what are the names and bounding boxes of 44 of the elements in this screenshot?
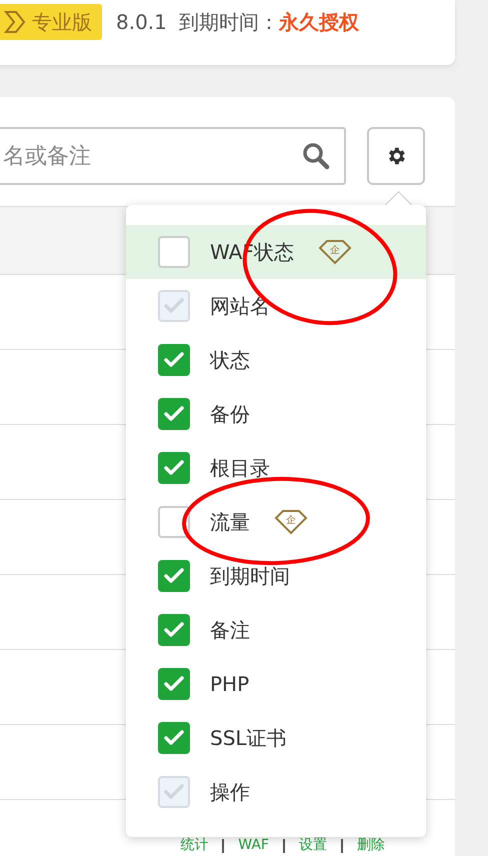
check-icon	[164, 784, 184, 800]
checkbox[interactable]	[158, 560, 190, 592]
expiry-label: 到期时间：	[178, 9, 279, 36]
checkbox[interactable]	[158, 722, 190, 754]
settings-button[interactable]	[367, 127, 425, 185]
check-icon	[164, 352, 184, 368]
menu-item[interactable]: 到期时间	[126, 549, 426, 603]
column-label: 网站名	[210, 292, 270, 320]
menu-item[interactable]: 备注	[126, 603, 426, 657]
column-label: PHP	[210, 672, 250, 696]
menu-item[interactable]: PHP	[126, 657, 426, 711]
search-icon	[302, 142, 330, 170]
check-icon	[164, 730, 184, 746]
check-icon	[164, 298, 184, 314]
column-label: 备注	[210, 616, 250, 644]
checkbox[interactable]	[158, 236, 190, 268]
expiry-value: 永久授权	[278, 9, 359, 36]
checkbox[interactable]	[158, 614, 190, 646]
column-label: 根目录	[210, 454, 270, 482]
enterprise-badge: 企	[318, 239, 352, 265]
check-icon	[164, 676, 184, 692]
menu-item[interactable]: SSL证书	[126, 711, 426, 765]
column-label: SSL证书	[210, 724, 287, 752]
enterprise-badge: 企	[274, 509, 308, 535]
column-label: 状态	[210, 346, 250, 374]
checkbox[interactable]	[158, 398, 190, 430]
checkbox[interactable]	[158, 668, 190, 700]
check-icon	[164, 568, 184, 584]
column-label: 到期时间	[210, 562, 290, 590]
menu-item[interactable]: 状态	[126, 333, 426, 387]
check-icon	[164, 406, 184, 422]
checkbox[interactable]	[158, 452, 190, 484]
check-icon	[164, 460, 184, 476]
menu-item[interactable]: 备份	[126, 387, 426, 441]
menu-item[interactable]: 根目录	[126, 441, 426, 495]
column-label: 操作	[210, 778, 250, 806]
column-label: 流量	[210, 508, 250, 536]
edition-badge: 专业版	[0, 4, 102, 40]
search-field[interactable]: 名或备注	[0, 127, 346, 185]
menu-item[interactable]: 流量 企	[126, 495, 426, 549]
checkbox[interactable]	[158, 344, 190, 376]
version-text: 8.0.1	[116, 9, 167, 36]
check-icon	[164, 622, 184, 638]
column-label: 备份	[210, 400, 250, 428]
